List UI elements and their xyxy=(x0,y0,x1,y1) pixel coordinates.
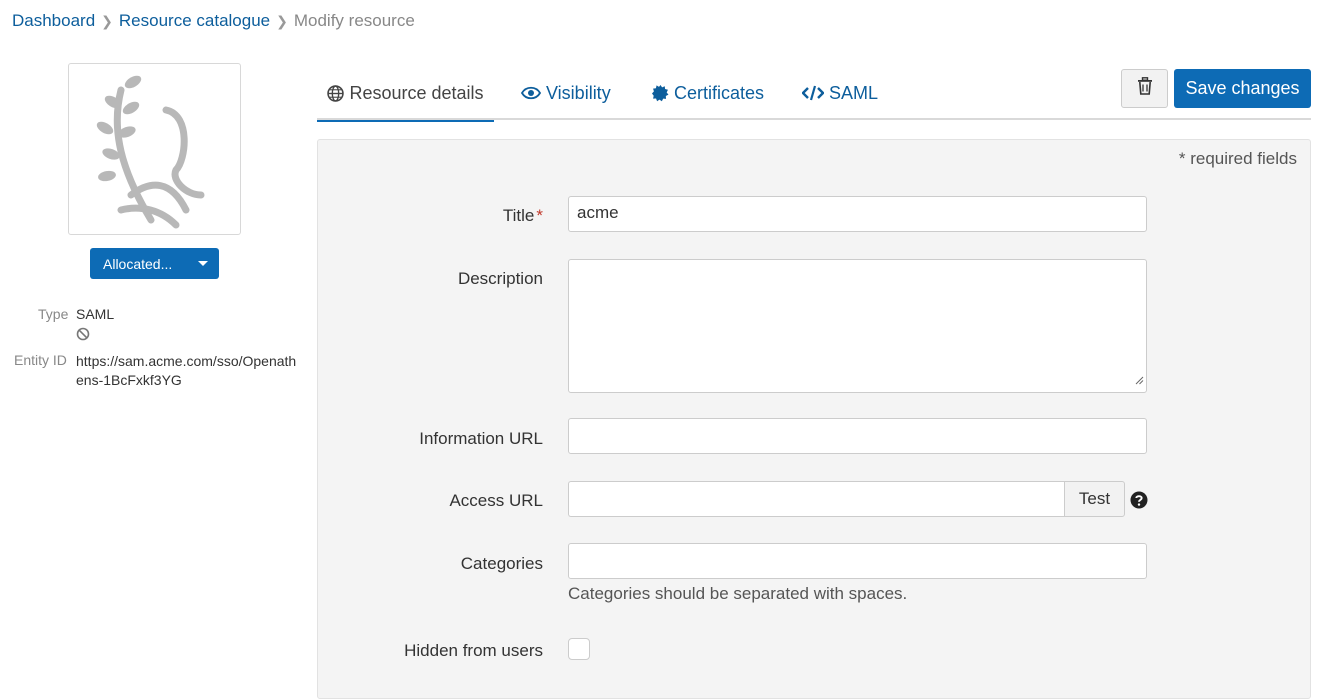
trash-icon xyxy=(1137,77,1153,100)
title-label: Title * xyxy=(503,206,543,226)
entity-id-label: Entity ID xyxy=(14,352,67,368)
hidden-from-users-checkbox[interactable] xyxy=(568,638,590,660)
globe-icon xyxy=(327,84,345,102)
breadcrumb-current: Modify resource xyxy=(293,11,415,30)
required-marker: * xyxy=(536,206,543,225)
save-changes-button[interactable]: Save changes xyxy=(1174,69,1311,108)
tab-visibility[interactable]: Visibility xyxy=(521,66,611,120)
breadcrumb-dashboard-link[interactable]: Dashboard xyxy=(12,11,95,30)
categories-label: Categories xyxy=(460,554,543,573)
type-value: SAML xyxy=(76,306,115,322)
information-url-label: Information URL xyxy=(419,429,543,448)
access-url-input[interactable] xyxy=(568,481,1065,517)
tab-saml-label: SAML xyxy=(829,82,879,103)
access-url-label: Access URL xyxy=(449,491,543,510)
status-dropdown-label: Allocated... xyxy=(103,255,173,272)
title-input[interactable]: acme xyxy=(568,196,1147,232)
tab-resource-details[interactable]: Resource details xyxy=(317,66,494,122)
laurel-figure-placeholder-icon xyxy=(96,75,205,229)
tab-certificates-label: Certificates xyxy=(674,82,765,103)
breadcrumb-resource-catalogue-link[interactable]: Resource catalogue xyxy=(119,11,270,30)
resize-grip-icon[interactable] xyxy=(1135,370,1144,390)
description-textarea[interactable] xyxy=(568,259,1147,393)
status-dropdown-button[interactable]: Allocated... xyxy=(90,248,219,279)
question-circle-icon[interactable] xyxy=(1130,491,1148,514)
title-label-text: Title xyxy=(502,206,535,225)
hidden-from-users-label: Hidden from users xyxy=(404,641,543,660)
breadcrumb: Dashboard ❯ Resource catalogue ❯ Modify reso… xyxy=(12,10,415,32)
test-access-url-button[interactable]: Test xyxy=(1064,481,1125,517)
chevron-right-icon: ❯ xyxy=(101,13,113,29)
categories-input[interactable] xyxy=(568,543,1147,579)
resource-logo xyxy=(68,63,241,235)
tab-saml[interactable]: SAML xyxy=(802,66,878,120)
tab-certificates[interactable]: Certificates xyxy=(652,66,764,120)
required-fields-note: * required fields xyxy=(1178,149,1297,168)
ban-icon xyxy=(76,327,90,346)
description-label: Description xyxy=(457,269,543,288)
tab-resource-details-label: Resource details xyxy=(349,82,484,103)
code-icon xyxy=(802,85,824,101)
resource-details-form: * required fields Title * acme Descriptio… xyxy=(317,139,1311,699)
chevron-right-icon: ❯ xyxy=(276,13,288,29)
delete-button[interactable] xyxy=(1121,69,1168,108)
type-label: Type xyxy=(38,306,69,322)
information-url-input[interactable] xyxy=(568,418,1147,454)
eye-icon xyxy=(521,86,541,100)
caret-down-icon xyxy=(198,261,208,266)
tab-visibility-label: Visibility xyxy=(546,82,611,103)
certificate-icon xyxy=(652,84,669,102)
categories-hint: Categories should be separated with spac… xyxy=(568,584,908,603)
entity-id-value: https://sam.acme.com/sso/Openathens-1BcF… xyxy=(76,353,297,388)
